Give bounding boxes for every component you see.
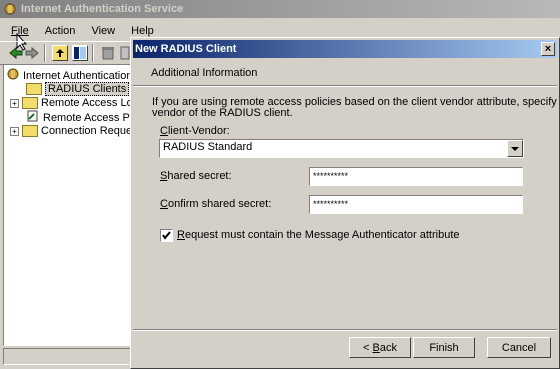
forward-arrow-icon[interactable] — [24, 45, 40, 64]
finish-button[interactable]: Finish — [413, 337, 475, 358]
expand-icon[interactable]: + — [10, 98, 19, 108]
new-radius-client-dialog: New RADIUS Client × Additional Informati… — [130, 37, 560, 369]
menu-help[interactable]: Help — [131, 24, 154, 38]
menu-bar: File Action View Help — [11, 24, 167, 38]
menu-action[interactable]: Action — [45, 24, 76, 38]
client-vendor-label: Client-Vendor: — [160, 125, 230, 137]
show-hide-tree-icon[interactable] — [72, 45, 88, 61]
main-window-title: Internet Authentication Service — [21, 3, 184, 15]
main-titlebar: Internet Authentication Service — [0, 0, 560, 18]
menu-view[interactable]: View — [91, 24, 115, 38]
tree-item-radius-clients[interactable]: RADIUS Clients — [26, 82, 130, 96]
delete-icon[interactable] — [100, 45, 116, 64]
tree-item-remote-access-logging[interactable]: + Remote Access Loggi — [10, 96, 132, 110]
folder-icon — [22, 125, 38, 138]
properties-icon[interactable] — [120, 45, 130, 64]
close-icon[interactable]: × — [541, 42, 555, 56]
back-button[interactable]: < Back — [349, 337, 411, 358]
tree-item-label: Remote Access Loggi — [41, 97, 132, 109]
dropdown-arrow-icon[interactable] — [507, 140, 523, 157]
tree-root-label: Internet Authentication S — [23, 69, 132, 82]
message-authenticator-checkbox[interactable] — [160, 229, 173, 242]
tree-root[interactable]: Internet Authentication S — [6, 68, 132, 84]
dialog-header: Additional Information — [133, 59, 557, 86]
folder-icon — [26, 83, 42, 96]
tree-pane: Internet Authentication S RADIUS Clients… — [3, 64, 132, 346]
confirm-shared-secret-input[interactable]: ********** — [309, 195, 523, 214]
dialog-title: New RADIUS Client — [135, 43, 237, 55]
tree-item-label: Connection Request P — [41, 125, 132, 137]
folder-icon — [22, 97, 38, 110]
up-level-icon[interactable] — [52, 45, 68, 61]
message-authenticator-label[interactable]: Request must contain the Message Authent… — [177, 229, 460, 241]
cancel-button[interactable]: Cancel — [487, 337, 551, 358]
tree-item-label: RADIUS Clients — [45, 82, 130, 96]
tree-item-remote-access-policies[interactable]: Remote Access Policie — [26, 110, 131, 124]
client-vendor-value: RADIUS Standard — [163, 141, 253, 153]
expand-icon[interactable]: + — [10, 126, 19, 136]
description-line-2: vendor of the RADIUS client. — [152, 107, 293, 119]
client-vendor-select[interactable]: RADIUS Standard — [159, 139, 524, 158]
section-title: Additional Information — [151, 67, 258, 79]
shared-secret-input[interactable]: ********** — [309, 167, 523, 186]
confirm-shared-secret-label: Confirm shared secret: — [160, 198, 272, 210]
shared-secret-label: Shared secret: — [160, 170, 232, 182]
ias-root-icon — [6, 68, 20, 84]
tree-item-connection-request[interactable]: + Connection Request P — [10, 124, 132, 138]
dialog-titlebar: New RADIUS Client × — [133, 40, 557, 58]
back-arrow-icon[interactable] — [8, 45, 24, 64]
status-bar — [3, 348, 132, 365]
tree-item-label: Remote Access Policie — [43, 111, 131, 124]
toolbar — [0, 41, 130, 65]
ias-app-icon — [3, 2, 17, 16]
checkmark-icon — [162, 231, 171, 240]
